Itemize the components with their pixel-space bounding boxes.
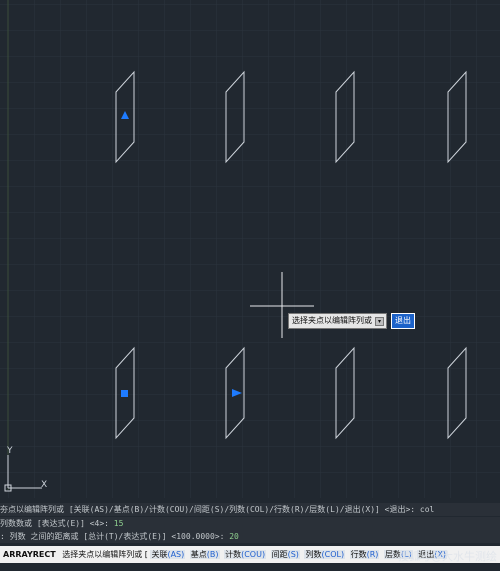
- ucs-y-label: Y: [6, 446, 13, 456]
- option-associative[interactable]: 关联(AS): [150, 550, 186, 559]
- command-name: ARRAYRECT: [3, 550, 56, 559]
- option-count[interactable]: 计数(COU): [224, 550, 267, 559]
- option-columns[interactable]: 列数(COL): [304, 550, 346, 559]
- option-spacing[interactable]: 间距(S): [270, 550, 300, 559]
- history-text: : 列数 之间的距离或 [总计(T)/表达式(E)] <100.0000>:: [0, 532, 230, 541]
- history-value: 15: [113, 519, 124, 528]
- ucs-x-label: X: [41, 480, 47, 490]
- exit-option-input[interactable]: 退出: [391, 313, 415, 329]
- base-point-grip-icon[interactable]: [121, 390, 128, 397]
- grid: [0, 0, 500, 498]
- bracket: [: [144, 550, 148, 559]
- dropdown-arrow-icon[interactable]: ▾: [375, 317, 384, 326]
- drawing-canvas[interactable]: Y X: [0, 0, 500, 498]
- option-rows[interactable]: 行数(R): [349, 550, 380, 559]
- history-text: 夯点以编辑阵列或 [关联(AS)/基点(B)/计数(COU)/间距(S)/列数(…: [0, 505, 435, 514]
- watermark: 搜狐号@大水牛测绘: [398, 550, 497, 563]
- dynamic-input-tooltip: 选择夹点以编辑阵列或 ▾: [288, 313, 387, 329]
- option-base-point[interactable]: 基点(B): [189, 550, 220, 559]
- history-value: 20: [229, 532, 239, 541]
- command-history-line: 列数数或 [表达式(E)] <4>: 15: [0, 517, 500, 530]
- tooltip-text: 选择夹点以编辑阵列或: [292, 316, 372, 325]
- command-prompt: 选择夹点以编辑阵列或: [62, 550, 143, 559]
- command-history-line: 夯点以编辑阵列或 [关联(AS)/基点(B)/计数(COU)/间距(S)/列数(…: [0, 503, 500, 516]
- command-history-line: : 列数 之间的距离或 [总计(T)/表达式(E)] <100.0000>: 2…: [0, 530, 500, 543]
- history-text: 列数数或 [表达式(E)] <4>:: [0, 519, 114, 528]
